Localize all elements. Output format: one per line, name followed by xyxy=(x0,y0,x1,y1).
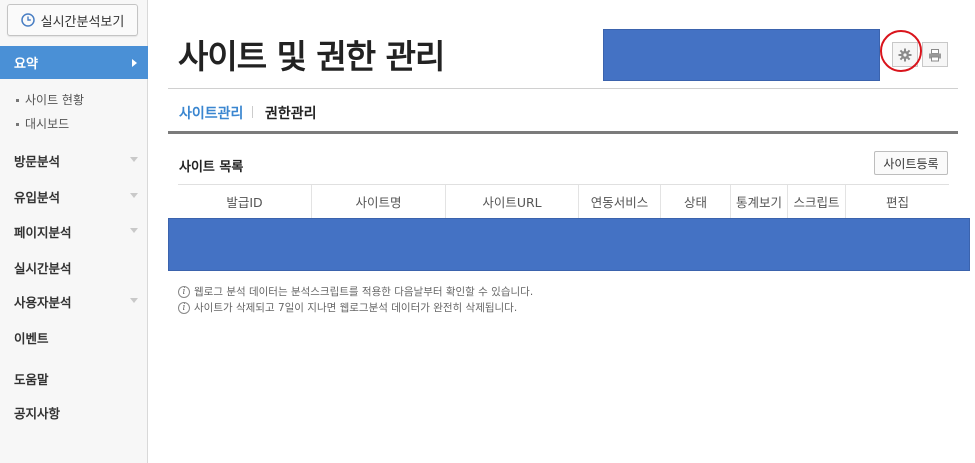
column-header-script: 스크립트 xyxy=(788,185,846,218)
redacted-region xyxy=(603,29,880,81)
info-icon: i xyxy=(178,301,190,314)
sidebar-item-user-analysis[interactable]: 사용자분석 xyxy=(14,292,138,311)
column-header-stats: 통계보기 xyxy=(731,185,788,218)
info-note-text: 웹로그 분석 데이터는 분석스크립트를 적용한 다음날부터 확인할 수 있습니다… xyxy=(194,286,534,298)
sidebar-item-realtime-analysis[interactable]: 실시간분석 xyxy=(14,258,138,277)
column-header-issue-id: 발급ID xyxy=(178,185,312,218)
bullet-icon xyxy=(16,123,19,126)
tab-permission-management[interactable]: 권한관리 xyxy=(265,103,317,123)
sidebar-item-inflow-analysis[interactable]: 유입분석 xyxy=(14,187,138,206)
chevron-down-icon xyxy=(130,298,138,303)
info-note: i 웹로그 분석 데이터는 분석스크립트를 적용한 다음날부터 확인할 수 있습… xyxy=(178,284,533,299)
sidebar-item-label: 실시간분석 xyxy=(14,261,72,276)
sidebar-subitem-label: 사이트 현황 xyxy=(25,93,85,107)
sidebar-item-label: 도움말 xyxy=(14,372,49,387)
section-title: 사이트 목록 xyxy=(179,160,244,175)
divider xyxy=(168,88,958,89)
column-header-edit: 편집 xyxy=(885,195,909,210)
chevron-down-icon xyxy=(130,228,138,233)
column-header-site-name: 사이트명 xyxy=(312,185,446,218)
sidebar-item-visit-analysis[interactable]: 방문분석 xyxy=(14,151,138,170)
sidebar-item-help[interactable]: 도움말 xyxy=(14,369,138,388)
column-header-site-url: 사이트URL xyxy=(446,185,579,218)
sidebar: 실시간분석보기 요약 사이트 현황 대시보드 방문분석 유입분석 페이지분석 실… xyxy=(0,0,148,463)
sidebar-item-label: 이벤트 xyxy=(14,331,49,346)
page-title: 사이트 및 권한 관리 xyxy=(178,37,445,76)
info-note-text: 사이트가 삭제되고 7일이 지나면 웹로그분석 데이터가 완전히 삭제됩니다. xyxy=(194,302,518,314)
print-button[interactable] xyxy=(922,42,948,67)
sidebar-subitem-dashboard[interactable]: 대시보드 xyxy=(16,115,69,132)
sidebar-item-notice[interactable]: 공지사항 xyxy=(14,403,138,422)
sidebar-subitem-label: 대시보드 xyxy=(25,117,70,131)
sidebar-subitem-site-status[interactable]: 사이트 현황 xyxy=(16,91,84,108)
realtime-analysis-button[interactable]: 실시간분석보기 xyxy=(7,4,138,36)
sidebar-item-label: 공지사항 xyxy=(14,406,61,421)
bullet-icon xyxy=(16,99,19,102)
sidebar-item-label: 요약 xyxy=(14,57,38,72)
table-header: 발급ID 사이트명 사이트URL 연동서비스 상태 통계보기 스크립트 편집 xyxy=(178,184,949,218)
highlight-circle xyxy=(880,30,922,72)
redacted-table-rows xyxy=(168,218,970,271)
clock-icon xyxy=(20,13,35,27)
sidebar-item-page-analysis[interactable]: 페이지분석 xyxy=(14,222,138,241)
printer-icon xyxy=(929,48,941,61)
sidebar-item-label: 페이지분석 xyxy=(14,225,72,240)
chevron-right-icon xyxy=(132,59,137,67)
sidebar-item-event[interactable]: 이벤트 xyxy=(14,328,138,347)
sidebar-item-label: 유입분석 xyxy=(14,190,61,205)
tab-underline xyxy=(168,131,958,134)
sidebar-item-label: 사용자분석 xyxy=(14,295,72,310)
chevron-down-icon xyxy=(130,157,138,162)
register-site-button[interactable]: 사이트등록 xyxy=(874,151,948,175)
sidebar-item-summary[interactable]: 요약 xyxy=(0,46,148,79)
column-header-status: 상태 xyxy=(661,185,731,218)
tab-site-management[interactable]: 사이트관리 xyxy=(179,103,243,123)
chevron-down-icon xyxy=(130,193,138,198)
info-note: i 사이트가 삭제되고 7일이 지나면 웹로그분석 데이터가 완전히 삭제됩니다… xyxy=(178,300,517,315)
sidebar-item-label: 방문분석 xyxy=(14,154,61,169)
info-icon: i xyxy=(178,285,190,298)
tab-separator xyxy=(252,106,253,118)
column-header-linked-service: 연동서비스 xyxy=(579,185,661,218)
realtime-analysis-label: 실시간분석보기 xyxy=(40,14,125,30)
